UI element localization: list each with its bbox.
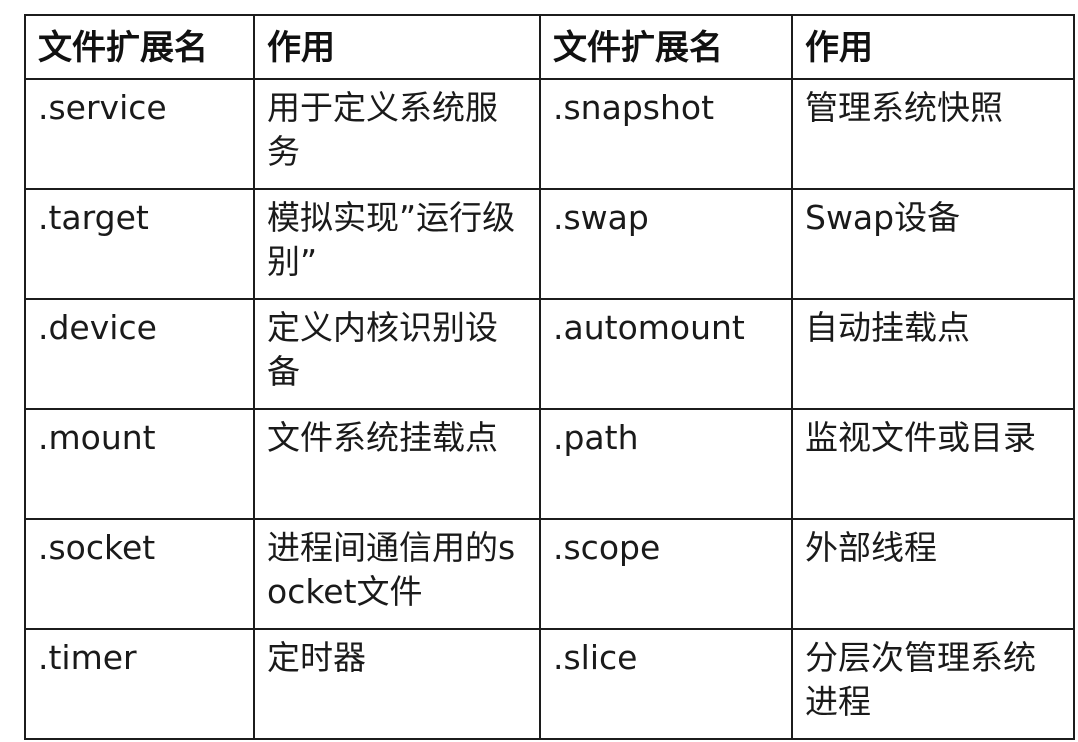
extension-cell: .mount <box>24 408 255 520</box>
purpose-cell: 模拟实现”运行级别” <box>253 188 541 300</box>
header-extension-left: 文件扩展名 <box>24 14 255 80</box>
extension-cell: .automount <box>539 298 793 410</box>
table-row: .timer 定时器 .slice 分层次管理系统进程 <box>24 628 1075 740</box>
table-row: .device 定义内核识别设备 .automount 自动挂载点 <box>24 298 1075 410</box>
unit-extension-table: 文件扩展名 作用 文件扩展名 作用 .service 用于定义系统服务 .sna… <box>24 14 1075 740</box>
purpose-cell: 外部线程 <box>791 518 1075 630</box>
table-row: .service 用于定义系统服务 .snapshot 管理系统快照 <box>24 78 1075 190</box>
purpose-cell: 文件系统挂载点 <box>253 408 541 520</box>
extension-cell: .service <box>24 78 255 190</box>
purpose-cell: 用于定义系统服务 <box>253 78 541 190</box>
purpose-cell: 监视文件或目录 <box>791 408 1075 520</box>
extension-cell: .scope <box>539 518 793 630</box>
extension-cell: .device <box>24 298 255 410</box>
extension-cell: .snapshot <box>539 78 793 190</box>
purpose-cell: 进程间通信用的socket文件 <box>253 518 541 630</box>
purpose-cell: 定时器 <box>253 628 541 740</box>
header-purpose-right: 作用 <box>791 14 1075 80</box>
table-row: .socket 进程间通信用的socket文件 .scope 外部线程 <box>24 518 1075 630</box>
purpose-cell: 定义内核识别设备 <box>253 298 541 410</box>
header-extension-right: 文件扩展名 <box>539 14 793 80</box>
extension-cell: .target <box>24 188 255 300</box>
purpose-cell: Swap设备 <box>791 188 1075 300</box>
extension-cell: .socket <box>24 518 255 630</box>
extension-cell: .slice <box>539 628 793 740</box>
purpose-cell: 自动挂载点 <box>791 298 1075 410</box>
header-purpose-left: 作用 <box>253 14 541 80</box>
table-header-row: 文件扩展名 作用 文件扩展名 作用 <box>24 14 1075 80</box>
extension-cell: .timer <box>24 628 255 740</box>
purpose-cell: 管理系统快照 <box>791 78 1075 190</box>
table-row: .target 模拟实现”运行级别” .swap Swap设备 <box>24 188 1075 300</box>
extension-cell: .path <box>539 408 793 520</box>
table-row: .mount 文件系统挂载点 .path 监视文件或目录 <box>24 408 1075 520</box>
extension-cell: .swap <box>539 188 793 300</box>
purpose-cell: 分层次管理系统进程 <box>791 628 1075 740</box>
